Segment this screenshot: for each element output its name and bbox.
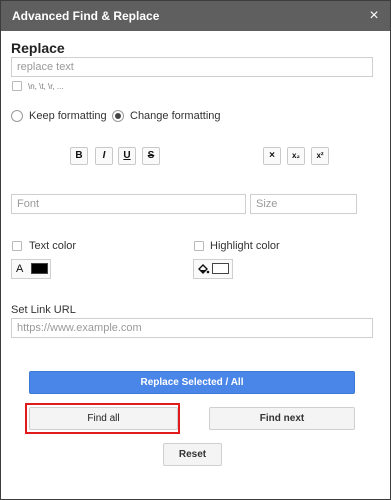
superscript-button[interactable]: x² [311, 147, 329, 165]
change-formatting-radio[interactable] [112, 110, 124, 122]
text-color-swatch [31, 263, 48, 274]
highlight-color-picker[interactable] [193, 259, 233, 279]
reset-button[interactable]: Reset [163, 443, 222, 466]
subscript-button[interactable]: x₂ [287, 147, 305, 165]
dialog-titlebar: Advanced Find & Replace × [1, 1, 390, 31]
paint-bucket-icon [197, 263, 210, 281]
escape-sequences-checkbox[interactable] [12, 81, 22, 91]
keep-formatting-label: Keep formatting [29, 110, 107, 122]
italic-button[interactable]: I [95, 147, 113, 165]
find-all-highlight [25, 403, 180, 434]
text-color-label: Text color [29, 240, 77, 252]
dialog-title: Advanced Find & Replace [12, 9, 160, 23]
replace-selected-all-button[interactable]: Replace Selected / All [29, 371, 355, 394]
text-color-picker[interactable]: A [11, 259, 51, 279]
size-input[interactable] [250, 194, 357, 214]
link-url-input[interactable] [11, 318, 373, 338]
replace-heading: Replace [11, 40, 65, 56]
set-link-url-label: Set Link URL [11, 304, 76, 316]
close-icon[interactable]: × [365, 7, 383, 25]
text-color-checkbox[interactable] [12, 241, 22, 251]
highlight-color-swatch [212, 263, 229, 274]
strikethrough-button[interactable]: S [142, 147, 160, 165]
highlight-color-checkbox[interactable] [194, 241, 204, 251]
escape-sequences-label: \n, \t, \r, ... [28, 82, 64, 91]
clear-format-button[interactable]: × [263, 147, 281, 165]
change-formatting-label: Change formatting [130, 110, 221, 122]
font-input[interactable] [11, 194, 246, 214]
highlight-color-label: Highlight color [210, 240, 280, 252]
bold-button[interactable]: B [70, 147, 88, 165]
keep-formatting-radio[interactable] [11, 110, 23, 122]
underline-button[interactable]: U [118, 147, 136, 165]
find-next-button[interactable]: Find next [209, 407, 355, 430]
replace-text-input[interactable] [11, 57, 373, 77]
text-color-letter: A [16, 263, 24, 275]
